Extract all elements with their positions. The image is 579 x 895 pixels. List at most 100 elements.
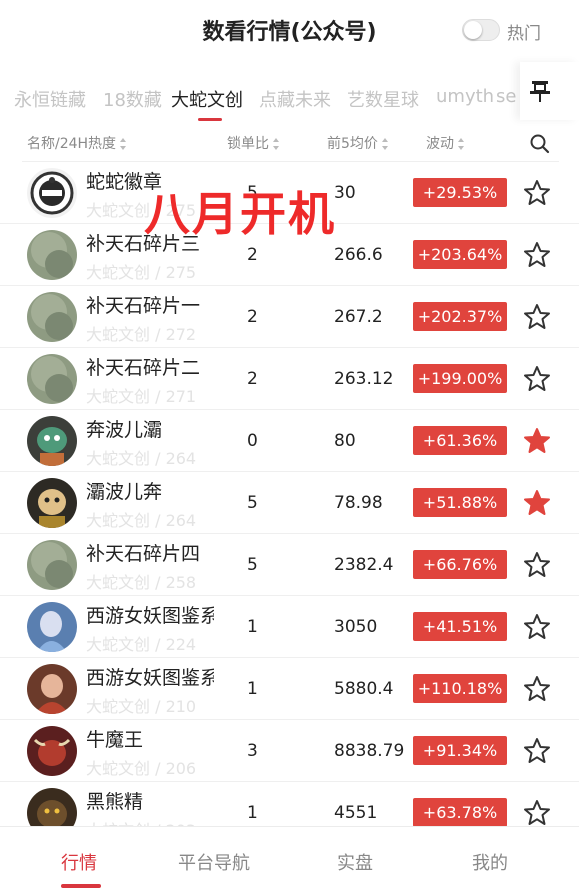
- collectible-thumbnail: [27, 726, 77, 776]
- item-name: 补天石碎片一: [86, 295, 201, 317]
- item-platform-heat: 大蛇文创 / 272: [86, 325, 197, 344]
- col-lock-header[interactable]: 锁单比: [227, 133, 280, 157]
- item-name: 西游女妖图鉴系: [86, 605, 214, 627]
- item-lock-ratio: 2: [247, 245, 258, 265]
- col-change-label: 波动: [426, 136, 454, 152]
- star-icon[interactable]: [523, 365, 551, 397]
- item-name: 黑熊精: [86, 791, 144, 813]
- star-filled-icon[interactable]: [523, 427, 551, 459]
- list-item[interactable]: 西游女妖图鉴系 大蛇文创 / 210 1 5880.4 +110.18%: [0, 658, 579, 720]
- star-icon[interactable]: [523, 675, 551, 707]
- item-lock-ratio: 5: [247, 555, 258, 575]
- list-item[interactable]: 补天石碎片二 大蛇文创 / 271 2 263.12 +199.00%: [0, 348, 579, 410]
- star-icon[interactable]: [523, 613, 551, 645]
- item-avg-price: 263.12: [334, 369, 394, 389]
- item-lock-ratio: 3: [247, 741, 258, 761]
- item-change-badge: +203.64%: [413, 240, 507, 269]
- item-change-badge: +41.51%: [413, 612, 507, 641]
- list-item[interactable]: 补天石碎片四 大蛇文创 / 258 5 2382.4 +66.76%: [0, 534, 579, 596]
- bottom-nav: 行情 平台导航 实盘 我的: [0, 826, 579, 895]
- collectible-thumbnail: [27, 168, 77, 218]
- list-item[interactable]: 牛魔王 大蛇文创 / 206 3 8838.79 +91.34%: [0, 720, 579, 782]
- platform-tabs: 永恒链藏 18数藏 大蛇文创 点藏未来 艺数星球 umyth se: [0, 78, 520, 122]
- sort-icon: [381, 138, 389, 150]
- pin-button[interactable]: [520, 62, 579, 120]
- collectible-thumbnail: [27, 416, 77, 466]
- col-name-label: 名称/24H热度: [27, 136, 117, 152]
- collectible-thumbnail: [27, 230, 77, 280]
- star-icon[interactable]: [523, 303, 551, 335]
- platform-tab[interactable]: se: [496, 86, 516, 107]
- item-lock-ratio: 2: [247, 369, 258, 389]
- star-icon[interactable]: [523, 799, 551, 826]
- item-avg-price: 4551: [334, 803, 378, 823]
- item-avg-price: 267.2: [334, 307, 383, 327]
- sort-icon: [273, 138, 280, 150]
- item-change-badge: +91.34%: [413, 736, 507, 765]
- col-avg-header[interactable]: 前5均价: [327, 133, 389, 157]
- item-platform-heat: 大蛇文创 / 224: [86, 635, 197, 654]
- item-platform-heat: 大蛇文创 / 264: [86, 449, 197, 468]
- item-avg-price: 78.98: [334, 493, 383, 513]
- list-item[interactable]: 西游女妖图鉴系 大蛇文创 / 224 1 3050 +41.51%: [0, 596, 579, 658]
- star-icon[interactable]: [523, 551, 551, 583]
- item-change-badge: +63.78%: [413, 798, 507, 826]
- item-name: 奔波儿灞: [86, 419, 163, 441]
- nav-active-indicator: [61, 884, 101, 888]
- item-lock-ratio: 5: [247, 493, 258, 513]
- overlay-caption: 八月开机: [144, 187, 336, 241]
- item-platform-heat: 大蛇文创 / 271: [86, 387, 197, 406]
- platform-tab[interactable]: 点藏未来: [259, 86, 331, 112]
- item-name: 西游女妖图鉴系: [86, 667, 214, 689]
- item-lock-ratio: 1: [247, 803, 258, 823]
- star-icon[interactable]: [523, 737, 551, 769]
- toggle-knob: [464, 21, 482, 39]
- platform-tab[interactable]: 永恒链藏: [14, 86, 86, 112]
- star-icon[interactable]: [523, 241, 551, 273]
- item-avg-price: 80: [334, 431, 356, 451]
- item-platform-heat: 大蛇文创 / 210: [86, 697, 197, 716]
- item-lock-ratio: 1: [247, 617, 258, 637]
- item-name: 灞波儿奔: [86, 481, 163, 503]
- platform-tab[interactable]: 艺数星球: [347, 86, 419, 112]
- nav-platforms[interactable]: 平台导航: [178, 849, 250, 875]
- item-lock-ratio: 2: [247, 307, 258, 327]
- item-avg-price: 2382.4: [334, 555, 394, 575]
- collectible-thumbnail: [27, 602, 77, 652]
- nav-portfolio[interactable]: 实盘: [337, 849, 373, 875]
- item-platform-heat: 大蛇文创 / 206: [86, 759, 197, 778]
- search-icon[interactable]: [529, 133, 551, 155]
- item-avg-price: 8838.79: [334, 741, 405, 761]
- list-item[interactable]: 补天石碎片一 大蛇文创 / 272 2 267.2 +202.37%: [0, 286, 579, 348]
- sort-icon: [120, 138, 127, 150]
- platform-tab[interactable]: 18数藏: [103, 86, 162, 112]
- list-item[interactable]: 黑熊精大蛇文创 / 203 1 4551 +63.78%: [0, 782, 579, 826]
- col-lock-label: 锁单比: [227, 136, 269, 152]
- item-change-badge: +29.53%: [413, 178, 507, 207]
- star-icon[interactable]: [523, 179, 551, 211]
- item-platform-heat: 大蛇文创 / 203: [86, 817, 216, 826]
- item-change-badge: +199.00%: [413, 364, 507, 393]
- collectible-thumbnail: [27, 540, 77, 590]
- active-tab-indicator: [198, 118, 222, 121]
- list-item[interactable]: 奔波儿灞 大蛇文创 / 264 0 80 +61.36%: [0, 410, 579, 472]
- collectible-thumbnail: [27, 354, 77, 404]
- market-list: 蛇蛇徽章 大蛇文创 / 275 5 30 +29.53% 补天石碎片三 大蛇文创 / 275…: [0, 162, 579, 826]
- nav-profile[interactable]: 我的: [472, 849, 508, 875]
- list-item[interactable]: 灞波儿奔 大蛇文创 / 264 5 78.98 +51.88%: [0, 472, 579, 534]
- item-platform-heat: 大蛇文创 / 258: [86, 573, 197, 592]
- platform-tab[interactable]: umyth: [436, 86, 494, 107]
- item-change-badge: +66.76%: [413, 550, 507, 579]
- nav-market[interactable]: 行情: [61, 849, 97, 875]
- hot-toggle[interactable]: [462, 19, 500, 41]
- item-lock-ratio: 1: [247, 679, 258, 699]
- col-change-header[interactable]: 波动: [426, 133, 465, 157]
- star-filled-icon[interactable]: [523, 489, 551, 521]
- item-avg-price: 5880.4: [334, 679, 394, 699]
- hot-label: 热门: [507, 24, 541, 44]
- item-change-badge: +61.36%: [413, 426, 507, 455]
- app-header: 数看行情(公众号) 热门: [0, 0, 579, 62]
- platform-tab-active[interactable]: 大蛇文创: [171, 86, 243, 112]
- col-name-header[interactable]: 名称/24H热度: [27, 133, 127, 157]
- collectible-thumbnail: [27, 292, 77, 342]
